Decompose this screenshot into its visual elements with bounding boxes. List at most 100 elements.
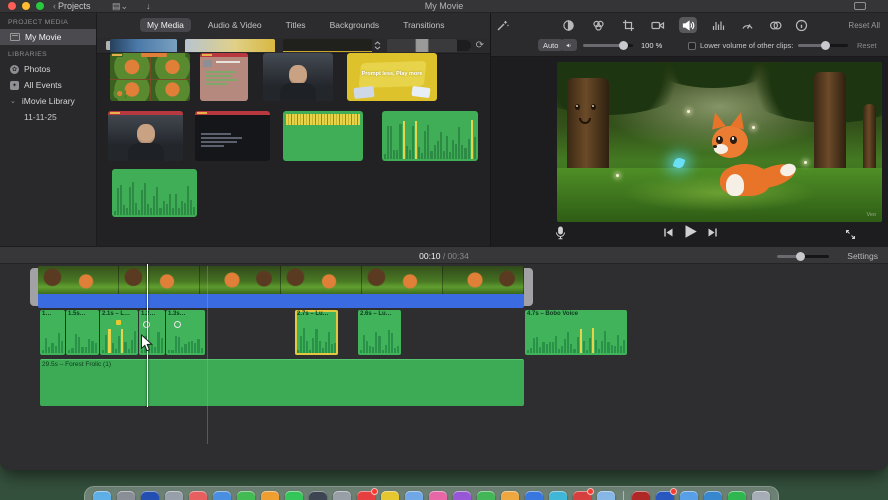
- dock-app-icon[interactable]: [381, 491, 399, 500]
- tab-backgrounds[interactable]: Backgrounds: [323, 18, 387, 32]
- video-clip[interactable]: [38, 266, 524, 308]
- timeline-audio-clip[interactable]: 1.3s…: [166, 310, 205, 355]
- clip-thumbnail[interactable]: [387, 39, 457, 52]
- sidebar-item-all-events[interactable]: ✦ All Events: [0, 77, 96, 93]
- dock-app-icon[interactable]: [656, 488, 677, 500]
- tab-audio-video[interactable]: Audio & Video: [201, 18, 269, 32]
- dock-app-icon[interactable]: [597, 491, 615, 500]
- sidebar-item-imovie-library[interactable]: ⌄ iMovie Library: [0, 93, 96, 109]
- chevron-down-icon[interactable]: ⌄: [10, 97, 16, 105]
- color-balance-icon[interactable]: [559, 17, 577, 33]
- timeline-audio-clip[interactable]: 1.5s…: [66, 310, 99, 355]
- volume-icon[interactable]: [679, 17, 697, 33]
- tab-transitions[interactable]: Transitions: [396, 18, 451, 32]
- lower-volume-checkbox[interactable]: [688, 42, 696, 50]
- stabilization-icon[interactable]: [649, 17, 667, 33]
- volume-slider-knob[interactable]: [619, 41, 628, 50]
- skip-back-icon[interactable]: [663, 225, 674, 243]
- dock-app-icon[interactable]: [357, 488, 378, 500]
- dock-app-icon[interactable]: [333, 491, 351, 500]
- dock-app-icon[interactable]: [165, 491, 183, 500]
- dock-app-icon[interactable]: [573, 488, 594, 500]
- clip-thumbnail[interactable]: [283, 39, 372, 52]
- voiceover-mic-icon[interactable]: [555, 226, 566, 245]
- video-preview[interactable]: Veo: [557, 62, 882, 222]
- audio-clip-thumbnail[interactable]: [283, 111, 363, 161]
- dock-app-icon[interactable]: [453, 491, 471, 500]
- mute-button[interactable]: [561, 39, 577, 51]
- color-correction-icon[interactable]: [589, 17, 607, 33]
- clip-thumbnail[interactable]: [110, 39, 177, 52]
- dock-app-icon[interactable]: [728, 491, 746, 500]
- dock-app-icon[interactable]: [261, 491, 279, 500]
- dock-app-icon[interactable]: [501, 491, 519, 500]
- audio-clip-thumbnail[interactable]: [112, 169, 197, 217]
- dock-app-icon[interactable]: [752, 491, 770, 500]
- filmstrip-frame[interactable]: [362, 266, 443, 294]
- reset-all-button[interactable]: Reset All: [848, 21, 880, 30]
- volume-keyframe[interactable]: [116, 320, 121, 325]
- enhance-wand-icon[interactable]: [493, 17, 511, 33]
- dock-app-icon[interactable]: [309, 491, 327, 500]
- dock-app-icon[interactable]: [93, 491, 111, 500]
- dock-app-icon[interactable]: [704, 491, 722, 500]
- sidebar-item-my-movie[interactable]: My Movie: [0, 29, 96, 45]
- audio-clip-thumbnail[interactable]: [382, 111, 478, 161]
- filmstrip-frame[interactable]: [281, 266, 362, 294]
- dock-app-icon[interactable]: [285, 491, 303, 500]
- clip-thumbnail-fox-grid[interactable]: [110, 53, 190, 101]
- filmstrip-frame[interactable]: [38, 266, 119, 294]
- clip-trim-handle-right[interactable]: [524, 268, 533, 306]
- filmstrip-frame[interactable]: [443, 266, 524, 294]
- zoom-slider-knob[interactable]: [796, 252, 805, 261]
- timeline-audio-clip[interactable]: 1…: [40, 310, 65, 355]
- noise-reduction-icon[interactable]: [709, 17, 727, 33]
- filmstrip-frame[interactable]: [119, 266, 200, 294]
- background-music-clip[interactable]: 29.5s – Forest Frolic (1): [40, 359, 524, 406]
- dock-app-icon[interactable]: [141, 491, 159, 500]
- clip-thumbnail[interactable]: [185, 39, 275, 52]
- fullscreen-icon[interactable]: [845, 227, 856, 245]
- clip-thumbnail-slide[interactable]: Prompt less, Play more: [347, 53, 437, 101]
- clip-thumbnail-presenter[interactable]: [108, 111, 183, 161]
- timeline-zoom-slider[interactable]: [777, 252, 829, 261]
- fade-handle[interactable]: [174, 321, 181, 328]
- sidebar-item-event-date[interactable]: 11-11-25: [0, 109, 96, 125]
- dock-app-icon[interactable]: [213, 491, 231, 500]
- dock-app-icon[interactable]: [525, 491, 543, 500]
- timeline-audio-clip[interactable]: 4.7s – Bobo Voice: [525, 310, 627, 355]
- auto-volume-button[interactable]: Auto: [538, 39, 564, 51]
- settings-button[interactable]: Settings: [847, 251, 878, 261]
- tab-my-media[interactable]: My Media: [140, 18, 191, 32]
- clip-thumbnail-presenter[interactable]: [263, 53, 333, 101]
- dock-app-icon[interactable]: [429, 491, 447, 500]
- tab-titles[interactable]: Titles: [279, 18, 313, 32]
- crop-icon[interactable]: [619, 17, 637, 33]
- dock-app-icon[interactable]: [477, 491, 495, 500]
- sidebar-item-photos[interactable]: ✿ Photos: [0, 61, 96, 77]
- clip-filter-icon[interactable]: [766, 17, 784, 33]
- dock-app-icon[interactable]: [117, 491, 135, 500]
- lower-volume-slider[interactable]: [798, 41, 848, 50]
- skip-forward-icon[interactable]: [707, 225, 718, 243]
- refresh-icon[interactable]: ⟳: [476, 40, 484, 51]
- speed-icon[interactable]: [738, 17, 756, 33]
- camera-icon[interactable]: [854, 2, 866, 10]
- dock-app-icon[interactable]: [632, 491, 650, 500]
- dock-app-icon[interactable]: [405, 491, 423, 500]
- video-clip-audio[interactable]: [38, 294, 524, 308]
- clip-thumbnail-document[interactable]: [200, 53, 248, 101]
- filmstrip-frame[interactable]: [200, 266, 281, 294]
- timeline-audio-clip-selected[interactable]: 2.7s – Lu…: [295, 310, 338, 355]
- play-button[interactable]: [683, 224, 698, 244]
- lower-volume-slider-knob[interactable]: [821, 41, 830, 50]
- timeline-audio-clip[interactable]: 2.6s – Lu…: [358, 310, 401, 355]
- clip-thumbnail-screen-recording[interactable]: [195, 111, 270, 161]
- volume-slider[interactable]: [583, 41, 633, 50]
- dock-app-icon[interactable]: [189, 491, 207, 500]
- dock-app-icon[interactable]: [237, 491, 255, 500]
- info-icon[interactable]: [792, 17, 810, 33]
- reset-button[interactable]: Reset: [857, 41, 877, 50]
- dock-app-icon[interactable]: [680, 491, 698, 500]
- dock-app-icon[interactable]: [549, 491, 567, 500]
